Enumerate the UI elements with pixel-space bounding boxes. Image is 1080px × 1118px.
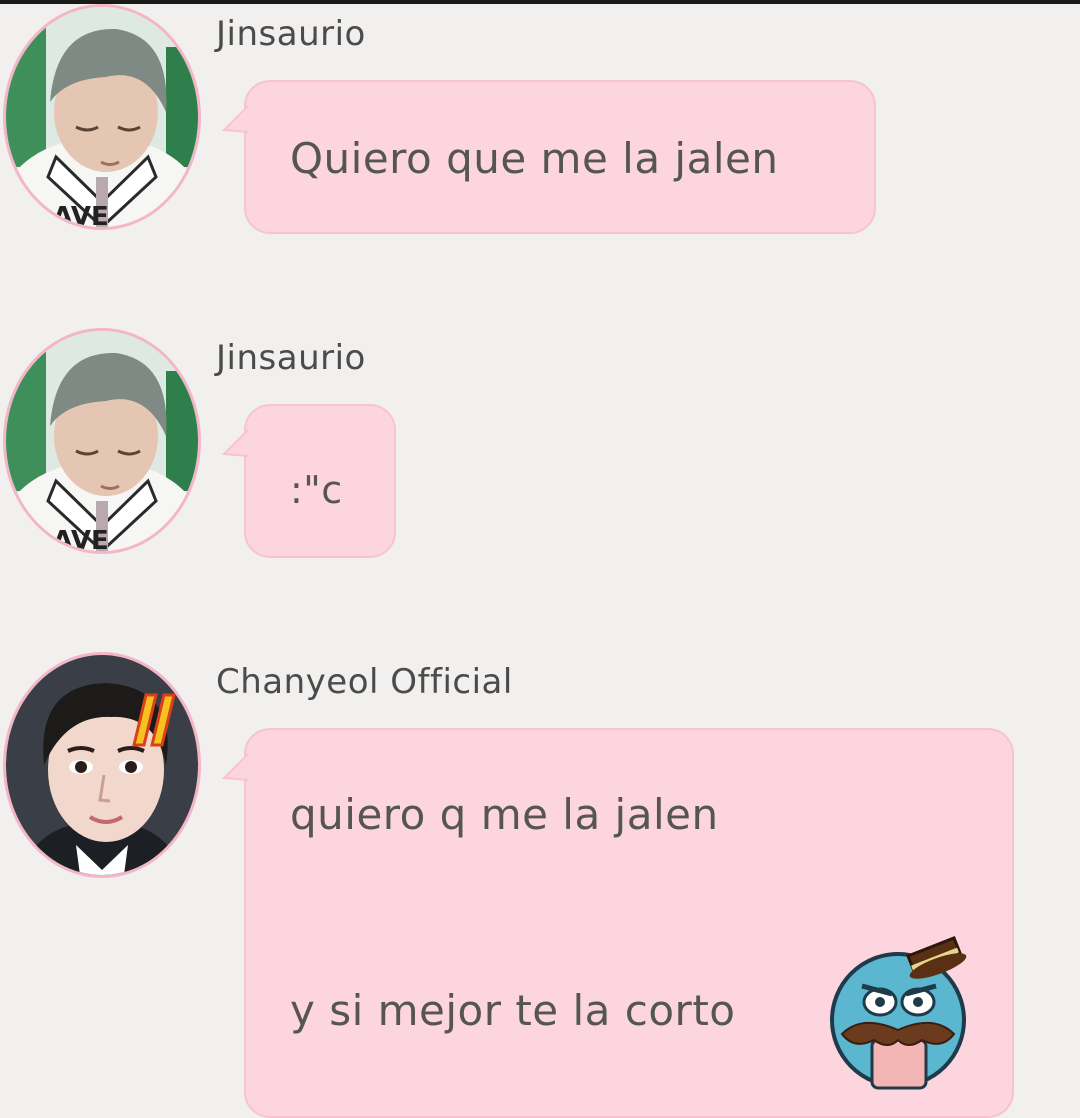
avatar-chanyeol-official[interactable] (3, 652, 201, 878)
message-text: Quiero que me la jalen (290, 134, 779, 183)
bubble-tail (222, 753, 248, 781)
sender-name[interactable]: Jinsaurio (216, 14, 366, 54)
avatar-photo: LAVE (6, 331, 198, 551)
sender-name[interactable]: Chanyeol Official (216, 662, 513, 702)
sender-name[interactable]: Jinsaurio (216, 338, 366, 378)
bubble-tail (222, 429, 248, 457)
avatar-jinsaurio[interactable]: LAVE (3, 4, 201, 230)
svg-text:LAVE: LAVE (36, 526, 109, 551)
message-text: y si mejor te la corto (290, 986, 736, 1035)
avatar-photo: LAVE (6, 7, 198, 227)
avatar-jinsaurio[interactable]: LAVE (3, 328, 201, 554)
message-bubble[interactable]: :"c (222, 404, 396, 558)
message-text: :"c (290, 468, 343, 512)
bubble-tail (222, 105, 248, 133)
message-bubble[interactable]: quiero q me la jalen y si mejor te la co… (222, 728, 1014, 1118)
message-bubble[interactable]: Quiero que me la jalen (222, 80, 876, 234)
mustache-gentleman-sticker (830, 936, 967, 1090)
status-bar-edge (0, 0, 1080, 4)
avatar-photo (6, 655, 198, 875)
message-text: quiero q me la jalen (290, 790, 719, 839)
svg-text:LAVE: LAVE (36, 202, 109, 227)
